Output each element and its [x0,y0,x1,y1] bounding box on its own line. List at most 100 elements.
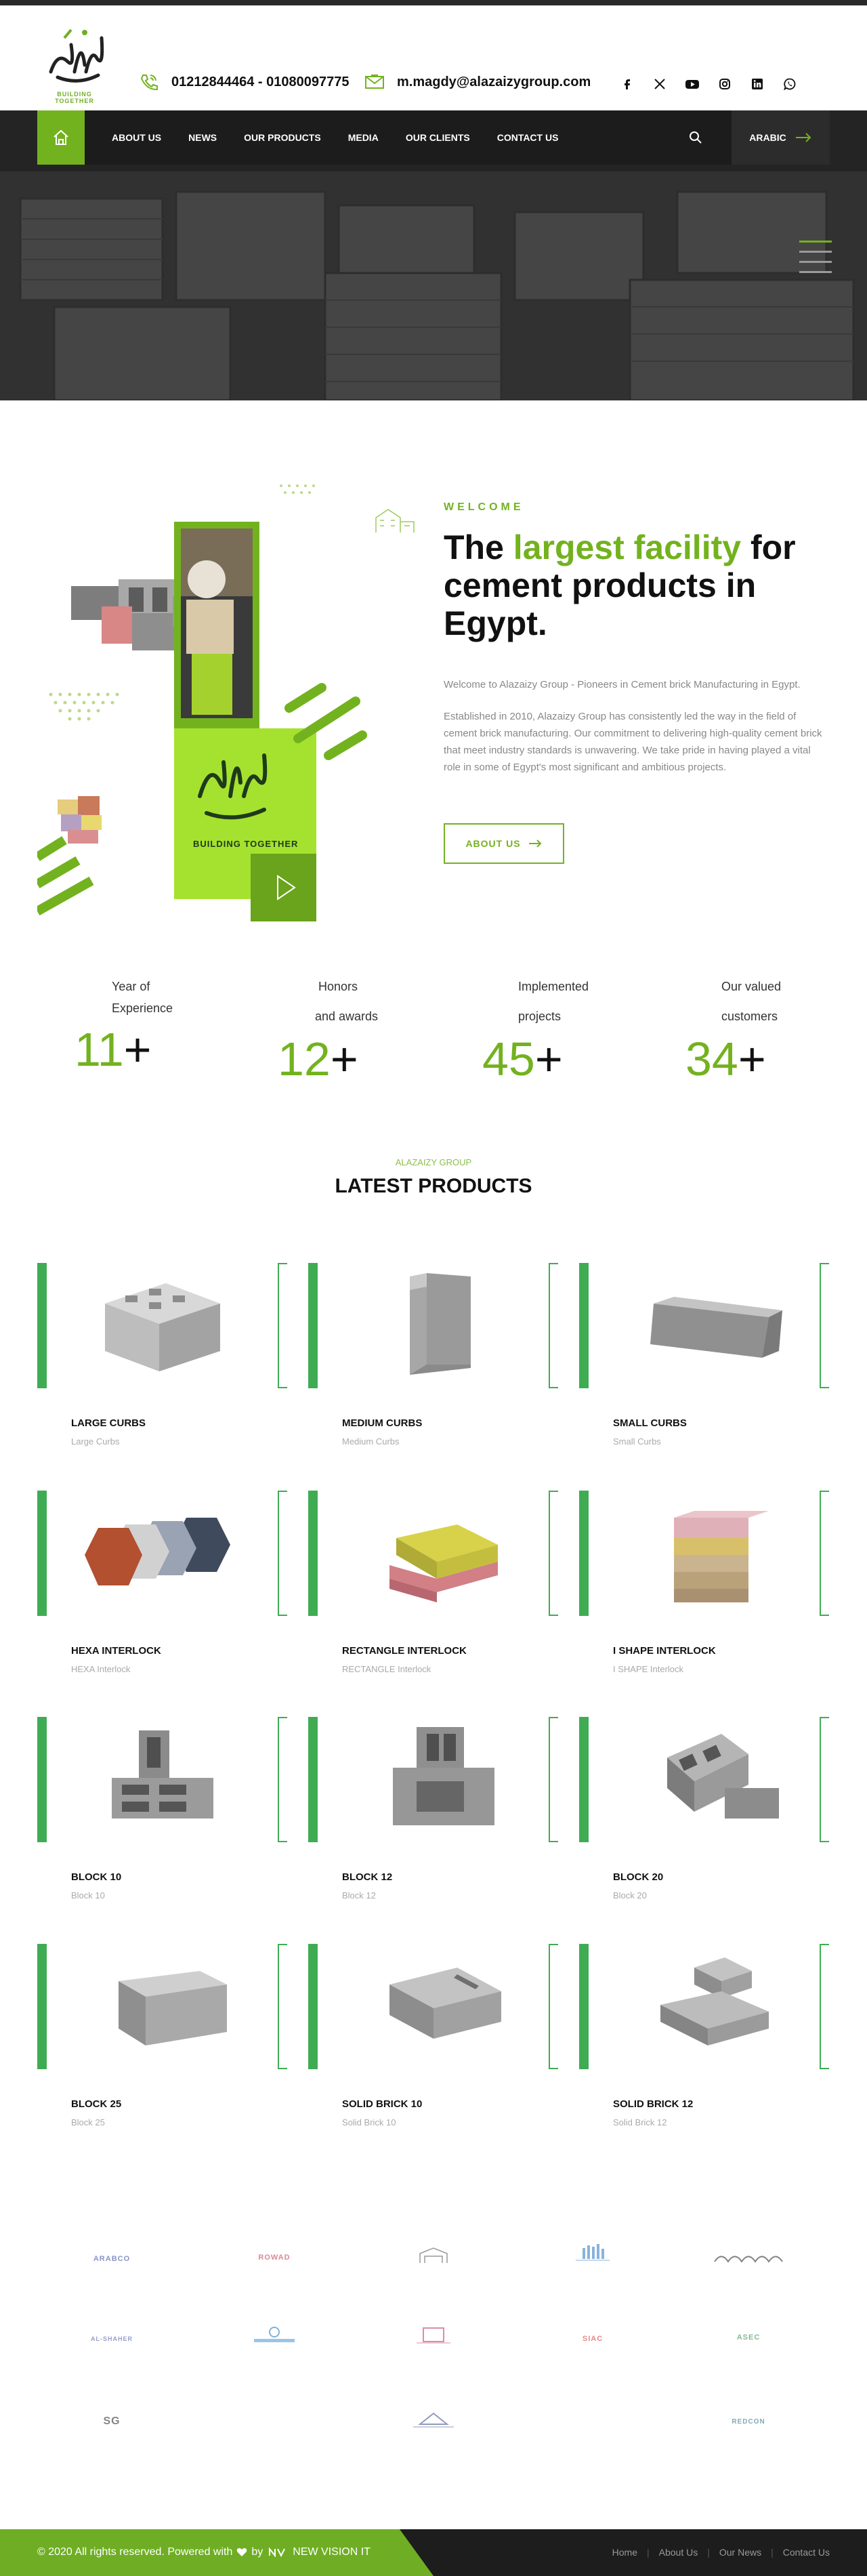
home-button[interactable] [37,110,85,165]
company-link[interactable]: NEW VISION IT [293,2546,371,2558]
products-heading: LATEST PRODUCTS [335,1175,532,1197]
stat-value: 12+ [278,1033,358,1085]
stat-honors: Honors and awards 12+ [278,976,447,1083]
product-card[interactable]: SOLID BRICK 10 Solid Brick 10 [308,1944,566,2147]
nav-item-contact-us[interactable]: CONTACT US [497,132,559,143]
product-card[interactable]: I SHAPE INTERLOCK I SHAPE Interlock [579,1491,837,1694]
product-name: BLOCK 20 [613,1871,664,1883]
product-subtitle: HEXA Interlock [71,1664,131,1674]
product-subtitle: I SHAPE Interlock [613,1664,684,1674]
footer-link-our-news[interactable]: Our News [719,2547,761,2558]
footer-link-contact-us[interactable]: Contact Us [783,2547,830,2558]
product-card[interactable]: SMALL CURBS Small Curbs [579,1263,837,1466]
welcome-collage: BUILDING TOGETHER [37,484,367,921]
product-subtitle: Solid Brick 12 [613,2117,667,2127]
welcome-section: WELCOME The largest facility for cement … [444,501,830,776]
facebook-icon[interactable] [619,76,635,92]
client-logo[interactable]: ROWAD [230,2248,318,2267]
phone-contact[interactable]: 01212844464 - 01080097775 [139,73,349,91]
search-icon[interactable] [688,129,704,146]
client-logo[interactable]: REDCON [704,2412,792,2431]
footer-separator: | [771,2547,774,2558]
product-name: BLOCK 25 [71,2098,122,2110]
client-logo[interactable]: AL-SHAHER [68,2329,156,2348]
card-accent-bar [37,1944,47,2069]
card-accent-bar [37,1491,47,1616]
client-logo[interactable] [704,2248,792,2267]
product-card[interactable]: BLOCK 12 Block 12 [308,1717,566,1920]
nav-item-our-clients[interactable]: OUR CLIENTS [406,132,470,143]
instagram-icon[interactable] [717,76,733,92]
nav-item-our-products[interactable]: OUR PRODUCTS [244,132,321,143]
product-image [119,1971,227,2045]
building-outline-icon [375,509,415,533]
card-accent-bar [37,1263,47,1388]
stat-label: Implemented [518,980,589,993]
slider-dot[interactable] [799,251,832,253]
email-icon [365,75,384,89]
client-logo[interactable] [230,2325,318,2344]
nav-item-news[interactable]: NEWS [188,132,217,143]
new-vision-logo-icon [269,2548,286,2557]
footer-link-about-us[interactable]: About Us [659,2547,698,2558]
card-bracket [278,1491,287,1616]
about-us-label: ABOUT US [465,838,521,849]
client-logo[interactable] [549,2243,637,2262]
email-contact[interactable]: m.magdy@alazaizygroup.com [364,73,591,91]
product-name: BLOCK 10 [71,1871,122,1883]
product-subtitle: Solid Brick 10 [342,2117,396,2127]
footer-separator: | [647,2547,650,2558]
products-kicker: ALAZAIZY GROUP [395,1157,472,1167]
slider-pagination [799,241,832,281]
client-logo[interactable] [389,2409,478,2428]
language-switch[interactable]: ARABIC [732,110,830,165]
client-logo[interactable]: ARABCO [68,2249,156,2268]
copyright-by: by [251,2546,263,2558]
about-us-button[interactable]: ABOUT US [444,823,564,864]
product-image [389,1524,498,1602]
client-logo[interactable] [389,2325,478,2344]
card-bracket [549,1263,558,1388]
site-footer: © 2020 All rights reserved. Powered with… [0,2529,867,2576]
video-play-button[interactable] [251,854,316,921]
product-subtitle: Block 25 [71,2117,105,2127]
product-card[interactable]: BLOCK 20 Block 20 [579,1717,837,1920]
product-card[interactable]: SOLID BRICK 12 Solid Brick 12 [579,1944,837,2147]
product-image [85,1518,230,1585]
product-card[interactable]: RECTANGLE INTERLOCK RECTANGLE Interlock [308,1491,566,1694]
whatsapp-icon[interactable] [782,76,798,92]
home-icon [54,129,68,145]
product-card[interactable]: BLOCK 25 Block 25 [37,1944,295,2147]
product-card[interactable]: LARGE CURBS Large Curbs [37,1263,295,1466]
footer-links: Home | About Us | Our News | Contact Us [603,2547,830,2558]
card-bracket [549,1491,558,1616]
product-image [650,1297,782,1358]
client-logo[interactable]: ASEC [704,2328,792,2347]
youtube-icon[interactable] [684,76,700,92]
x-icon[interactable] [652,76,668,92]
arrow-right-icon [528,839,541,848]
slider-dot[interactable] [799,271,832,273]
footer-link-home[interactable]: Home [612,2547,637,2558]
nav-item-media[interactable]: MEDIA [348,132,379,143]
client-logo[interactable]: SG [68,2412,156,2431]
card-bracket [820,1263,829,1388]
stat-label: Year of [112,980,150,993]
slider-dot[interactable] [799,261,832,263]
slider-dot-active[interactable] [799,241,832,243]
product-card[interactable]: BLOCK 10 Block 10 [37,1717,295,1920]
product-subtitle: Large Curbs [71,1436,120,1447]
nav-item-about-us[interactable]: ABOUT US [112,132,161,143]
language-label: ARABIC [749,132,786,143]
card-bracket [278,1717,287,1842]
linkedin-icon[interactable] [749,76,765,92]
product-card[interactable]: HEXA INTERLOCK HEXA Interlock [37,1491,295,1694]
client-logo[interactable] [389,2245,478,2264]
nav-menu: ABOUT US NEWS OUR PRODUCTS MEDIA OUR CLI… [112,132,585,143]
client-logo[interactable]: SIAC [549,2329,637,2348]
product-name: RECTANGLE INTERLOCK [342,1645,467,1657]
product-image [393,1727,494,1825]
product-card[interactable]: MEDIUM CURBS Medium Curbs [308,1263,566,1466]
arrow-right-icon [795,133,811,142]
site-logo[interactable]: BUILDING TOGETHER [37,24,112,106]
